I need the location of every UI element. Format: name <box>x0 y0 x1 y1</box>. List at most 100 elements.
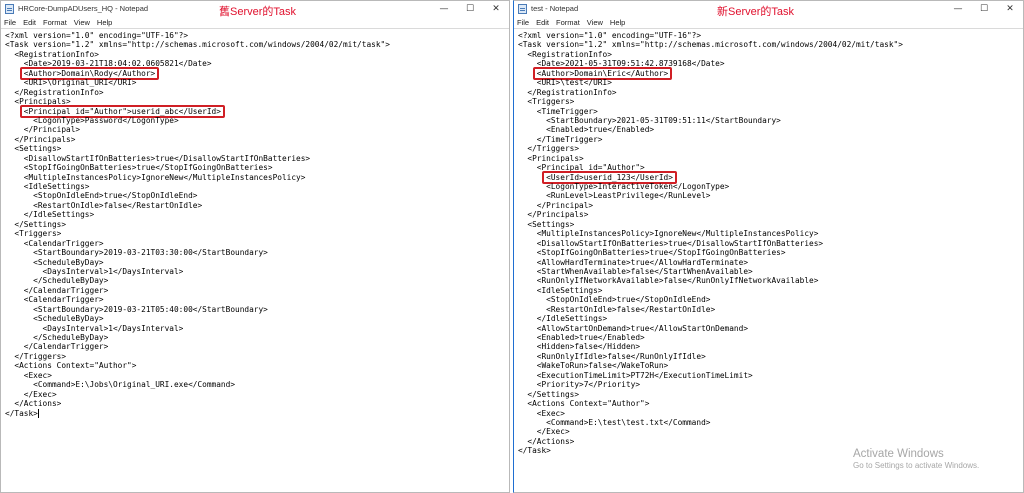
menu-file[interactable]: File <box>517 18 529 27</box>
code-line: <ScheduleByDay> <box>5 314 104 324</box>
code-line: <StopIfGoingOnBatteries>true</StopIfGoin… <box>518 248 786 258</box>
code-line: <RegistrationInfo> <box>518 49 612 59</box>
window-title: test - Notepad <box>531 4 579 13</box>
code-line: <StartBoundary>2019-03-21T05:40:00</Star… <box>5 304 268 314</box>
code-line: <?xml version="1.0" encoding="UTF-16"?> <box>518 31 702 40</box>
code-line: <Command>E:\Jobs\Original_URI.exe</Comma… <box>5 380 236 390</box>
code-line: </ScheduleByDay> <box>5 276 109 286</box>
code-line: <RestartOnIdle>false</RestartOnIdle> <box>518 304 716 314</box>
code-line: <RunOnlyIfIdle>false</RunOnlyIfIdle> <box>518 351 706 361</box>
title-bar[interactable]: test - Notepad 新Server的Task — ☐ ✕ <box>514 1 1023 18</box>
code-line: </IdleSettings> <box>5 210 95 220</box>
code-line: <Exec> <box>5 370 52 380</box>
code-line: <Task version="1.2" xmlns="http://schema… <box>5 40 390 50</box>
menu-edit[interactable]: Edit <box>536 18 549 27</box>
maximize-button[interactable]: ☐ <box>971 1 997 16</box>
code-line: </Actions> <box>518 436 575 446</box>
minimize-button[interactable]: — <box>945 1 971 16</box>
notepad-icon <box>518 3 527 14</box>
code-line: </RegistrationInfo> <box>518 87 617 97</box>
code-line: <Author>Domain\Eric</Author> <box>518 66 1023 80</box>
menu-view[interactable]: View <box>587 18 603 27</box>
code-line: </Triggers> <box>5 351 67 361</box>
menu-help[interactable]: Help <box>610 18 625 27</box>
code-line: <Command>E:\test\test.txt</Command> <box>518 417 711 427</box>
window-title: HRCore-DumpADUsers_HQ - Notepad <box>18 4 149 13</box>
code-line: <StopOnIdleEnd>true</StopOnIdleEnd> <box>518 295 711 305</box>
code-line: </Settings> <box>518 389 580 399</box>
code-line: <Author>Domain\Rody</Author> <box>5 66 509 80</box>
code-line: </Principals> <box>5 134 76 144</box>
watermark-subtitle: Go to Settings to activate Windows. <box>853 461 980 470</box>
code-line: <Hidden>false</Hidden> <box>518 342 641 352</box>
code-line: </TimeTrigger> <box>518 134 603 144</box>
code-line: <StopOnIdleEnd>true</StopOnIdleEnd> <box>5 191 198 201</box>
close-button[interactable]: ✕ <box>483 1 509 16</box>
menu-help[interactable]: Help <box>97 18 112 27</box>
code-line: <LogonType>InteractiveToken</LogonType> <box>518 182 730 191</box>
code-line: <AllowHardTerminate>true</AllowHardTermi… <box>518 257 749 267</box>
text-editor[interactable]: <?xml version="1.0" encoding="UTF-16"?> <… <box>1 30 509 492</box>
code-line: <DisallowStartIfOnBatteries>true</Disall… <box>5 153 311 163</box>
code-line: <MultipleInstancesPolicy>IgnoreNew</Mult… <box>518 229 819 239</box>
menu-format[interactable]: Format <box>43 18 67 27</box>
code-line: <Principals> <box>518 153 584 163</box>
menu-edit[interactable]: Edit <box>23 18 36 27</box>
maximize-button[interactable]: ☐ <box>457 1 483 16</box>
code-line: <Priority>7</Priority> <box>518 380 641 390</box>
right-notepad-window: test - Notepad 新Server的Task — ☐ ✕ File E… <box>513 0 1024 493</box>
code-line: </IdleSettings> <box>518 314 608 324</box>
code-line: <URI>\Original_URI</URI> <box>5 78 137 88</box>
code-line: <Actions Context="Author"> <box>518 399 650 409</box>
code-line: <Settings> <box>5 144 62 154</box>
code-line: <Principal id="Author">userid_abc</UserI… <box>5 104 509 118</box>
code-line: <ExecutionTimeLimit>PT72H</ExecutionTime… <box>518 370 753 380</box>
code-line: <CalendarTrigger> <box>5 238 104 248</box>
menu-file[interactable]: File <box>4 18 16 27</box>
code-line: <DisallowStartIfOnBatteries>true</Disall… <box>518 238 824 248</box>
code-line: </ScheduleByDay> <box>5 333 109 342</box>
minimize-button[interactable]: — <box>431 1 457 16</box>
code-line: </Task> <box>5 408 39 418</box>
code-line: </Exec> <box>5 389 57 399</box>
code-line: <Enabled>true</Enabled> <box>518 333 645 342</box>
code-line: <ScheduleByDay> <box>5 257 104 267</box>
code-line: <AllowStartOnDemand>true</AllowStartOnDe… <box>518 323 749 333</box>
old-server-label: 舊Server的Task <box>219 6 297 18</box>
close-button[interactable]: ✕ <box>997 1 1023 16</box>
window-controls: — ☐ ✕ <box>945 1 1023 16</box>
code-line: <WakeToRun>false</WakeToRun> <box>518 361 669 371</box>
code-line: </Principal> <box>518 200 594 210</box>
code-line: </RegistrationInfo> <box>5 87 104 97</box>
code-line: <RunOnlyIfNetworkAvailable>false</RunOnl… <box>518 276 819 286</box>
code-line: <StartBoundary>2019-03-21T03:30:00</Star… <box>5 248 268 258</box>
code-line: </CalendarTrigger> <box>5 342 109 352</box>
code-line: <LogonType>Password</LogonType> <box>5 115 179 125</box>
code-line: <URI>\test</URI> <box>518 78 612 88</box>
code-line: <IdleSettings> <box>5 182 90 191</box>
code-line: <CalendarTrigger> <box>5 295 104 305</box>
menu-view[interactable]: View <box>74 18 90 27</box>
code-line: <Triggers> <box>5 229 62 239</box>
window-controls: — ☐ ✕ <box>431 1 509 16</box>
code-line: <StopIfGoingOnBatteries>true</StopIfGoin… <box>5 163 273 173</box>
title-bar[interactable]: HRCore-DumpADUsers_HQ - Notepad 舊Server的… <box>1 1 509 18</box>
code-line: <Actions Context="Author"> <box>5 361 137 371</box>
activate-windows-watermark: Activate Windows Go to Settings to activ… <box>853 448 979 471</box>
code-line: <StartBoundary>2021-05-31T09:51:11</Star… <box>518 115 781 125</box>
text-editor[interactable]: <?xml version="1.0" encoding="UTF-16"?> <… <box>514 30 1023 492</box>
text-caret <box>37 408 39 418</box>
code-line: </CalendarTrigger> <box>5 285 109 295</box>
code-line: <RunLevel>LeastPrivilege</RunLevel> <box>518 191 711 201</box>
code-line: <RegistrationInfo> <box>5 49 99 59</box>
code-line: <DaysInterval>1</DaysInterval> <box>5 323 184 333</box>
left-notepad-window: HRCore-DumpADUsers_HQ - Notepad 舊Server的… <box>0 0 510 493</box>
code-line: <DaysInterval>1</DaysInterval> <box>5 266 184 276</box>
code-line: </Actions> <box>5 399 62 409</box>
code-line: <Triggers> <box>518 97 575 107</box>
code-line: <IdleSettings> <box>518 285 603 295</box>
code-line: <Settings> <box>518 219 575 229</box>
code-line: <RestartOnIdle>false</RestartOnIdle> <box>5 200 203 210</box>
menu-format[interactable]: Format <box>556 18 580 27</box>
code-line: <?xml version="1.0" encoding="UTF-16"?> <box>5 31 189 40</box>
